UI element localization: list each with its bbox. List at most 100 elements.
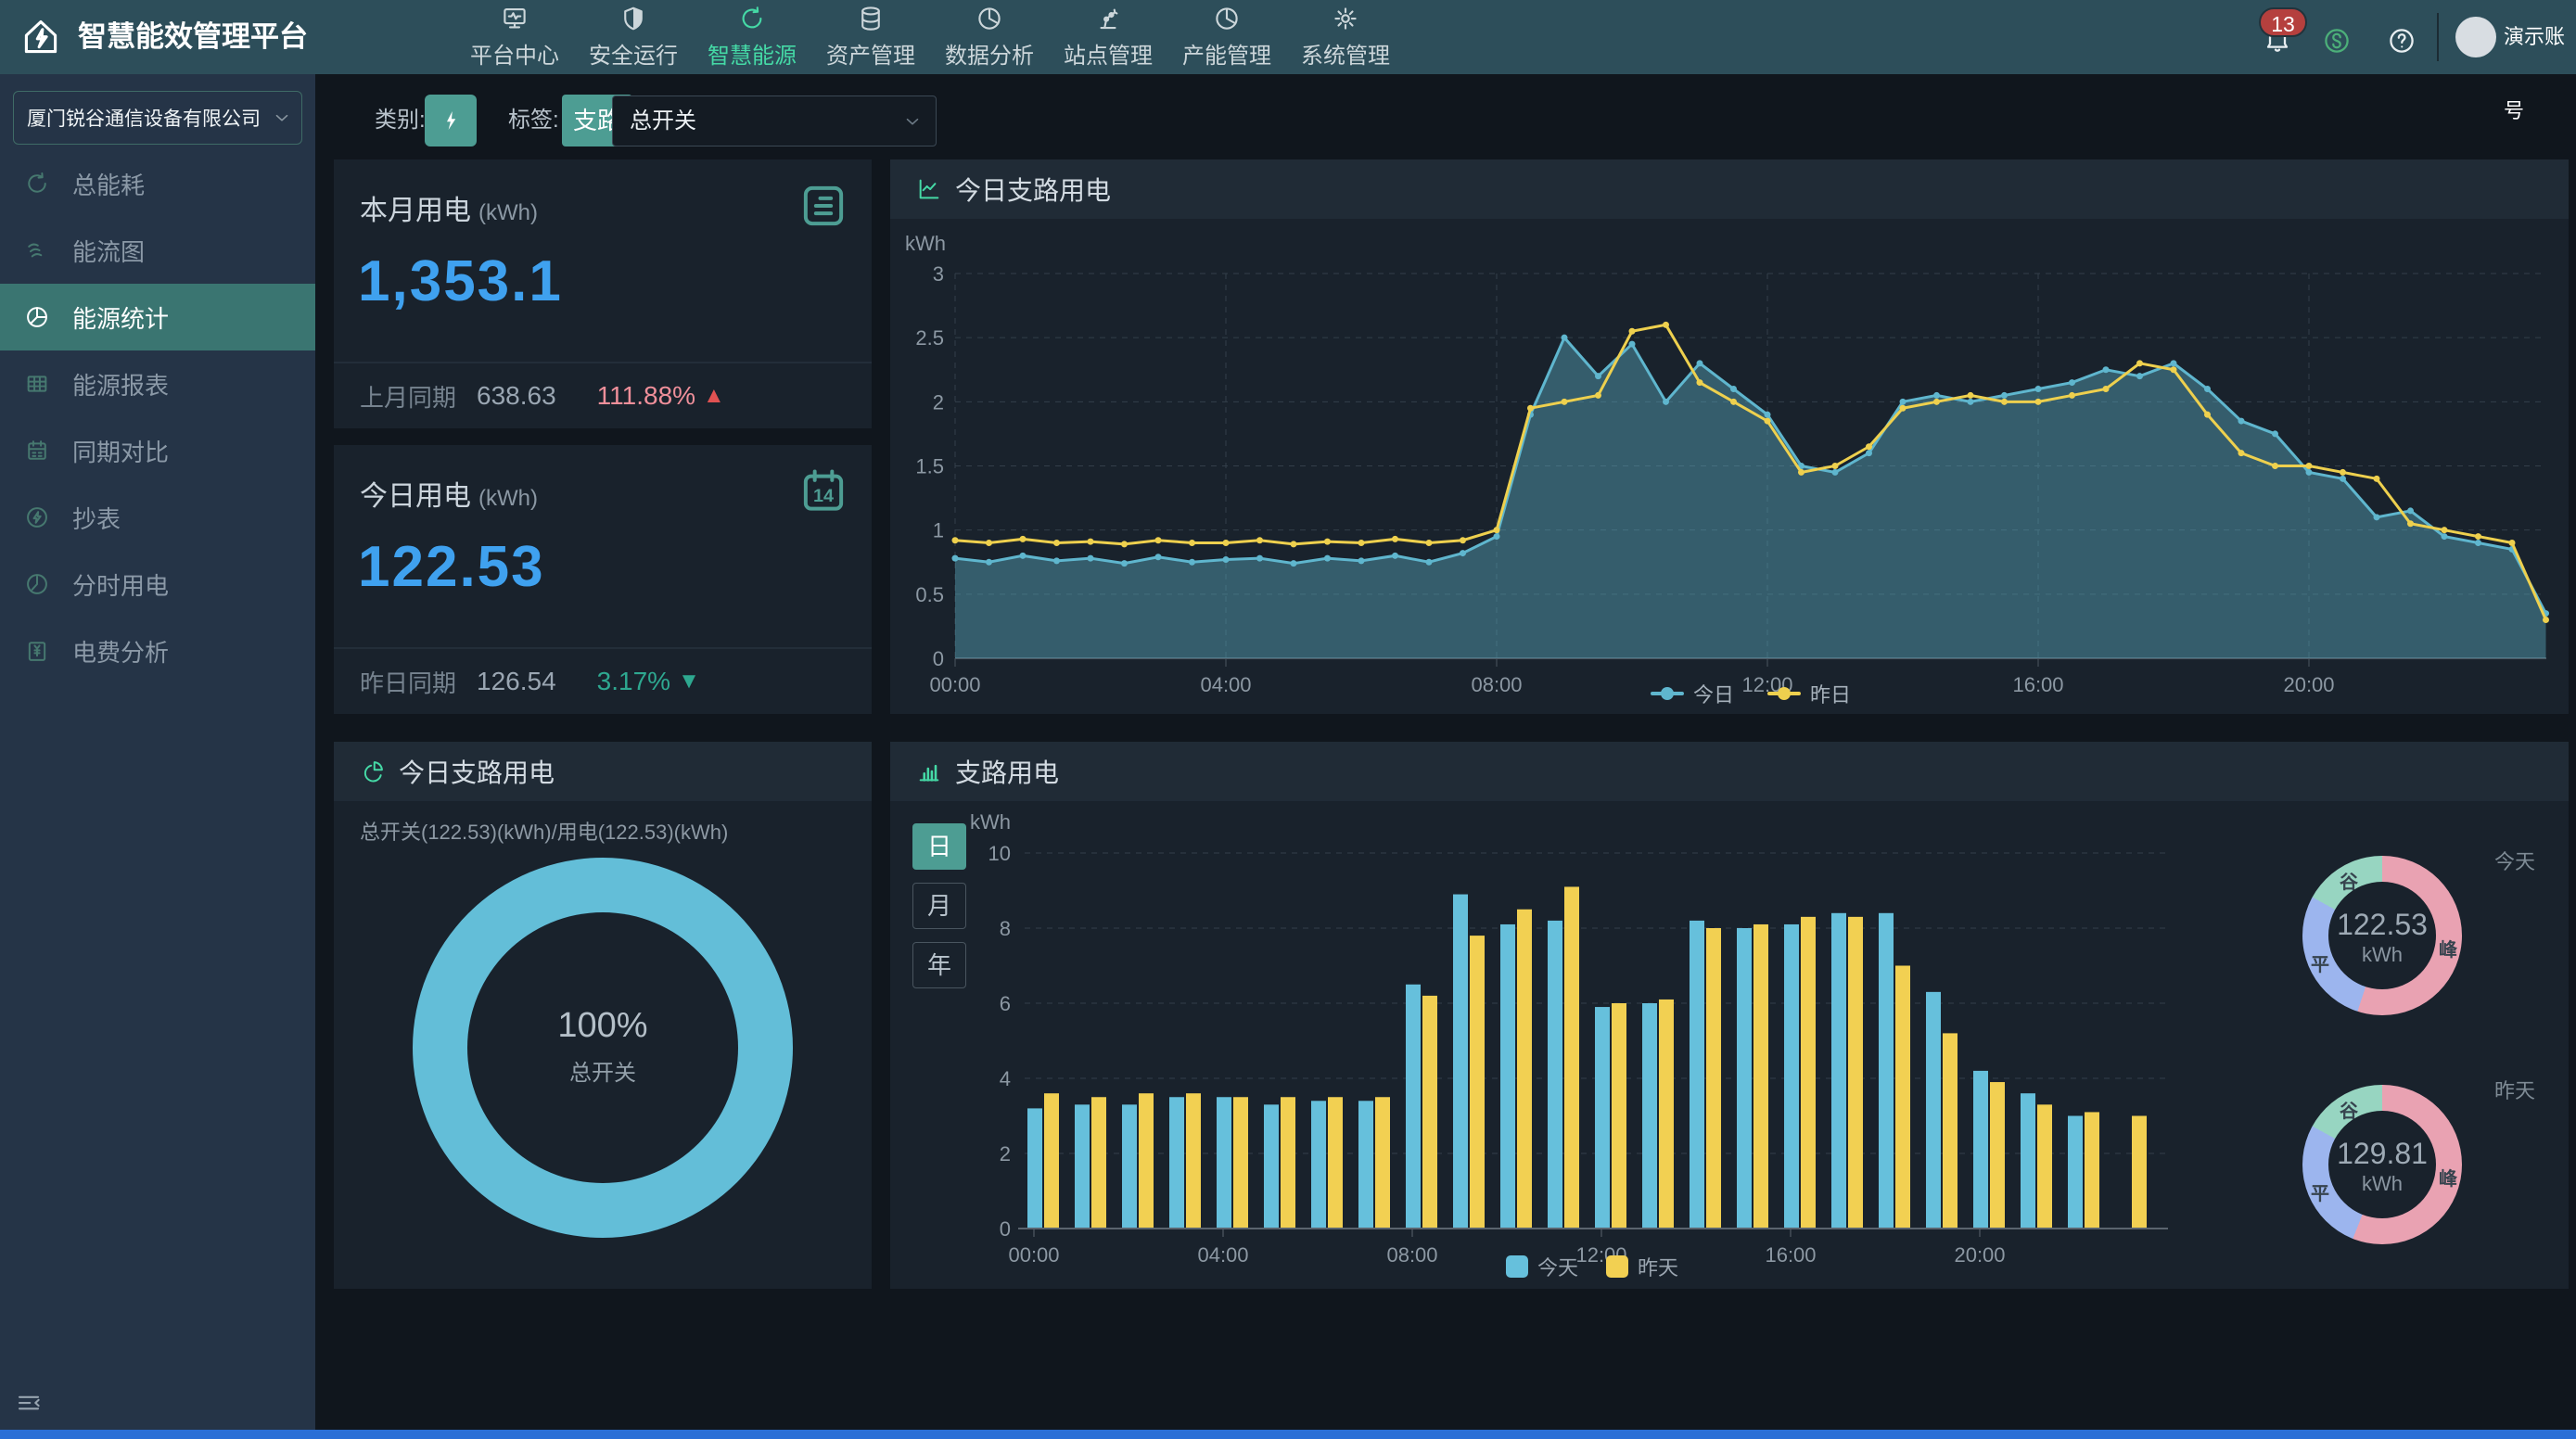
nav-item-4[interactable]: 资产管理 — [811, 0, 930, 74]
svg-text:3: 3 — [933, 262, 944, 286]
svg-text:16:00: 16:00 — [2012, 673, 2063, 696]
company-select[interactable]: 厦门锐谷通信设备有限公司 — [13, 91, 302, 145]
account-name[interactable]: 演示账号 — [2504, 0, 2576, 74]
today-branch-line-card: 今日支路用电 kWh00.511.522.5300:0004:0008:0012… — [890, 159, 2569, 714]
legend-item-今天[interactable]: 今天 — [1506, 1252, 1578, 1281]
platform-icon — [501, 5, 529, 32]
line-chart-body: kWh00.511.522.5300:0004:0008:0012:0016:0… — [890, 219, 2569, 714]
recycle-icon — [738, 5, 766, 32]
category-electric-button[interactable] — [425, 95, 477, 146]
gear-icon — [1332, 5, 1359, 32]
svg-text:08:00: 08:00 — [1471, 673, 1522, 696]
svg-text:0.5: 0.5 — [915, 583, 944, 606]
legend-item-昨天[interactable]: 昨天 — [1606, 1252, 1678, 1281]
percent-change: 3.17% — [597, 667, 670, 696]
sidebar: 厦门锐谷通信设备有限公司 总能耗 能流图 能源统计 能源报表 同期对比 抄表 分… — [0, 74, 315, 1439]
svg-text:04:00: 04:00 — [1200, 673, 1251, 696]
legend-item-今日[interactable]: 今日 — [1651, 679, 1734, 708]
today-tou-donut: 谷 峰 平 122.53 kWh — [2302, 856, 2462, 1015]
app-title: 智慧能效管理平台 — [78, 0, 308, 74]
bottom-scrollbar[interactable] — [0, 1430, 2576, 1439]
period-button-月[interactable]: 月 — [912, 883, 966, 929]
flow-icon — [24, 237, 50, 263]
period-button-年[interactable]: 年 — [912, 942, 966, 988]
svg-text:4: 4 — [1000, 1067, 1011, 1090]
sidebar-item-6[interactable]: 抄表 — [0, 484, 315, 551]
nav-item-8[interactable]: 系统管理 — [1286, 0, 1405, 74]
nav-item-2[interactable]: 安全运行 — [574, 0, 693, 74]
clockpie-icon — [24, 571, 50, 597]
trend-up-icon: ▲ — [703, 383, 725, 409]
chevron-down-icon — [902, 111, 923, 132]
bar-chart-legend: 今天昨天 — [1506, 1252, 1678, 1281]
nav-item-3[interactable]: 智慧能源 — [693, 0, 811, 74]
svg-text:04:00: 04:00 — [1197, 1243, 1248, 1267]
top-nav: 平台中心 安全运行 智慧能源 资产管理 数据分析 站点管理 产能管理 系统管理 — [455, 0, 1405, 74]
day-compare-row: 昨日同期 126.54 3.17% ▼ — [334, 647, 872, 714]
yesterday-tou-donut: 谷 峰 平 129.81 kWh — [2302, 1085, 2462, 1244]
nav-item-1[interactable]: 平台中心 — [455, 0, 574, 74]
link-status-icon[interactable] — [2322, 26, 2352, 56]
month-compare-row: 上月同期 638.63 111.88% ▲ — [334, 362, 872, 428]
svg-text:kWh: kWh — [905, 232, 946, 255]
svg-text:0: 0 — [933, 647, 944, 670]
donut-hole — [467, 912, 738, 1183]
boltcircle-icon — [24, 504, 50, 530]
donut-card-body: 总开关(122.53)(kWh)/用电(122.53)(kWh) 100% 总开… — [334, 801, 872, 1289]
switch-select[interactable]: 总开关 — [612, 96, 937, 146]
nav-item-5[interactable]: 数据分析 — [930, 0, 1049, 74]
sidebar-item-5[interactable]: 同期对比 — [0, 417, 315, 484]
card-title: 今日支路用电 — [399, 753, 555, 790]
yesterday-total: 129.81 — [2302, 1137, 2462, 1171]
period-button-日[interactable]: 日 — [912, 823, 966, 870]
card-header: 今日支路用电 — [890, 159, 2569, 219]
sidebar-collapse-icon[interactable] — [15, 1389, 43, 1417]
pie-chart-icon — [360, 758, 386, 784]
help-icon[interactable] — [2387, 26, 2417, 56]
app-logo-icon — [20, 17, 61, 57]
svg-text:00:00: 00:00 — [929, 673, 980, 696]
donut-percent: 100% — [413, 1006, 793, 1046]
svg-text:14: 14 — [813, 486, 834, 506]
calendar-14-icon: 14 — [797, 465, 849, 517]
database-icon — [857, 5, 885, 32]
sidebar-item-3[interactable]: 能源统计 — [0, 284, 315, 350]
card-title: 本月用电(kWh) — [360, 187, 538, 228]
pie-icon — [1213, 5, 1241, 32]
sidebar-item-2[interactable]: 能流图 — [0, 217, 315, 284]
sidebar-item-1[interactable]: 总能耗 — [0, 150, 315, 217]
yen-icon — [24, 638, 50, 664]
svg-text:0: 0 — [1000, 1217, 1011, 1241]
company-select-value: 厦门锐谷通信设备有限公司 — [27, 104, 261, 132]
svg-text:1.5: 1.5 — [915, 455, 944, 478]
avatar[interactable] — [2455, 17, 2496, 57]
svg-text:00:00: 00:00 — [1008, 1243, 1059, 1267]
bar-chart-icon — [916, 758, 942, 784]
robot-icon — [1094, 5, 1122, 32]
legend-item-昨日[interactable]: 昨日 — [1767, 679, 1851, 708]
svg-text:kWh: kWh — [970, 810, 1011, 834]
total-switch-donut: 100% 总开关 — [413, 858, 793, 1238]
svg-text:1: 1 — [933, 519, 944, 542]
today-tag: 今天 — [2494, 846, 2535, 875]
category-label: 类别: — [375, 95, 426, 146]
today-total: 122.53 — [2302, 908, 2462, 942]
notification-badge: 13 — [2259, 7, 2307, 37]
svg-text:16:00: 16:00 — [1765, 1243, 1816, 1267]
energy-dashboard: 智慧能效管理平台 平台中心 安全运行 智慧能源 资产管理 数据分析 站点管理 产… — [0, 0, 2576, 1439]
svg-text:2.5: 2.5 — [915, 326, 944, 350]
switch-select-value: 总开关 — [630, 96, 936, 146]
line-chart: kWh00.511.522.5300:0004:0008:0012:0016:0… — [890, 219, 2569, 719]
svg-text:10: 10 — [988, 842, 1011, 865]
sidebar-item-8[interactable]: 电费分析 — [0, 618, 315, 684]
day-usage-card: 今日用电(kWh) 14 122.53 昨日同期 126.54 3.17% ▼ — [334, 445, 872, 714]
pieclock-icon — [24, 304, 50, 330]
svg-text:20:00: 20:00 — [2283, 673, 2334, 696]
card-title: 今日用电(kWh) — [360, 473, 538, 514]
nav-item-6[interactable]: 站点管理 — [1049, 0, 1167, 74]
sidebar-item-4[interactable]: 能源报表 — [0, 350, 315, 417]
svg-text:2: 2 — [933, 390, 944, 414]
sidebar-item-7[interactable]: 分时用电 — [0, 551, 315, 618]
trend-down-icon: ▼ — [678, 669, 700, 694]
nav-item-7[interactable]: 产能管理 — [1167, 0, 1286, 74]
